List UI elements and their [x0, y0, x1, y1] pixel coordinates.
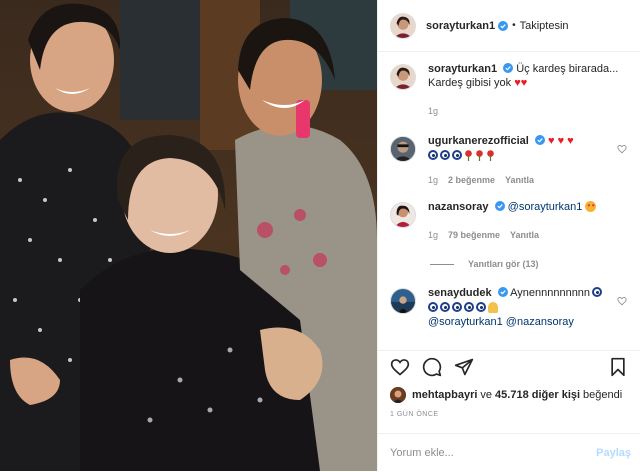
- blue-eye-emoji: [452, 150, 462, 160]
- post-date[interactable]: 1 GÜN ÖNCE: [390, 411, 439, 418]
- blue-eye-emoji: [464, 302, 474, 312]
- commenter-avatar[interactable]: [390, 136, 416, 162]
- blue-eye-emoji: [428, 302, 438, 312]
- like-comment-heart-icon[interactable]: [617, 144, 627, 154]
- post-side-panel: sorayturkan1 • Takiptesin sorayturkan1 Ü…: [377, 0, 640, 471]
- instagram-post: sorayturkan1 • Takiptesin sorayturkan1 Ü…: [0, 0, 640, 471]
- comment-text: Aynennnnnnnnn: [510, 287, 591, 299]
- commenter-avatar[interactable]: [390, 202, 416, 228]
- comment-time[interactable]: 1g: [428, 173, 438, 187]
- liked-by-suffix: beğendi: [583, 389, 623, 401]
- blue-eye-emoji: [428, 150, 438, 160]
- heart-eyes-emoji: ♥ ♥: [585, 201, 597, 212]
- rose-emoji: [464, 150, 473, 161]
- verified-badge-icon: [534, 135, 545, 145]
- post-footer: mehtapbayri ve 45.718 diğer kişi beğendi…: [378, 350, 640, 471]
- view-replies-button[interactable]: Yanıtları gör (13): [430, 254, 640, 274]
- author-avatar[interactable]: [390, 12, 416, 39]
- comment-username[interactable]: ugurkanerezofficial: [428, 135, 529, 147]
- caption-avatar[interactable]: [390, 64, 416, 90]
- commenter-avatar[interactable]: [390, 288, 416, 314]
- caption-username[interactable]: sorayturkan1: [428, 63, 497, 75]
- comment-item: ugurkanerezofficial ♥ ♥ ♥ 1g 2 beğenme Y…: [378, 134, 640, 200]
- liked-by-summary: mehtapbayri ve 45.718 diğer kişi beğendi: [390, 387, 622, 403]
- share-icon[interactable]: [454, 357, 474, 377]
- comment-time[interactable]: 1g: [428, 228, 438, 242]
- comment-mention-link[interactable]: @sorayturkan1: [508, 201, 583, 213]
- replies-divider: [430, 263, 454, 265]
- reply-button[interactable]: Yanıtla: [505, 173, 534, 187]
- comment-input[interactable]: Yorum ekle...: [390, 447, 454, 459]
- reply-button[interactable]: Yanıtla: [510, 228, 539, 242]
- praying-hands-emoji: [488, 302, 498, 313]
- blue-eye-emoji: [592, 287, 603, 297]
- comments-list: sorayturkan1 Üç kardeş birarada... Karde…: [378, 62, 640, 346]
- liked-by-connector: ve: [480, 389, 493, 401]
- add-comment-bar: Yorum ekle... Paylaş: [378, 433, 640, 472]
- comment-likes[interactable]: 2 beğenme: [448, 173, 495, 187]
- comment-username[interactable]: nazansoray: [428, 201, 489, 213]
- comment-username[interactable]: senaydudek: [428, 287, 492, 299]
- blue-eye-emoji: [440, 150, 450, 160]
- verified-badge-icon: [503, 63, 514, 73]
- comment-likes[interactable]: 79 beğenme: [448, 228, 500, 242]
- header-separator: •: [512, 20, 516, 31]
- heart-icon[interactable]: [390, 357, 410, 377]
- blue-eye-emoji: [440, 302, 450, 312]
- view-replies-label: Yanıtları gör (13): [468, 259, 539, 269]
- rose-emoji: [486, 150, 495, 161]
- bookmark-icon[interactable]: [608, 357, 628, 377]
- post-photo-illustration: [0, 0, 377, 471]
- red-heart-emoji: ♥♥: [514, 77, 528, 89]
- comment-mentions[interactable]: @sorayturkan1 @nazansoray: [428, 315, 624, 329]
- author-username[interactable]: sorayturkan1: [426, 20, 495, 32]
- liked-by-others[interactable]: 45.718 diğer kişi: [495, 389, 580, 401]
- verified-badge-icon: [497, 287, 508, 297]
- action-bar: [390, 357, 630, 381]
- post-comment-button[interactable]: Paylaş: [596, 447, 631, 459]
- verified-badge-icon: [494, 201, 505, 211]
- caption-time[interactable]: 1g: [428, 104, 438, 118]
- caption-comment: sorayturkan1 Üç kardeş birarada... Karde…: [378, 62, 640, 120]
- verified-badge-icon: [498, 20, 509, 31]
- liker-avatar[interactable]: [390, 387, 406, 403]
- comment-icon[interactable]: [422, 357, 442, 377]
- blue-eye-emoji: [452, 302, 462, 312]
- like-comment-heart-icon[interactable]: [617, 296, 627, 306]
- liker-username[interactable]: mehtapbayri: [412, 389, 477, 401]
- rose-emoji: [475, 150, 484, 161]
- comment-item: nazansoray @sorayturkan1 ♥ ♥ 1g 79 beğen…: [378, 200, 640, 250]
- comment-item: senaydudek Aynennnnnnnnn @sorayturkan1 @…: [378, 286, 640, 346]
- blue-eye-emoji: [476, 302, 486, 312]
- red-heart-emoji: ♥ ♥ ♥: [547, 135, 574, 147]
- post-header: sorayturkan1 • Takiptesin: [378, 0, 640, 52]
- post-photo[interactable]: [0, 0, 377, 471]
- follow-status[interactable]: Takiptesin: [520, 20, 569, 32]
